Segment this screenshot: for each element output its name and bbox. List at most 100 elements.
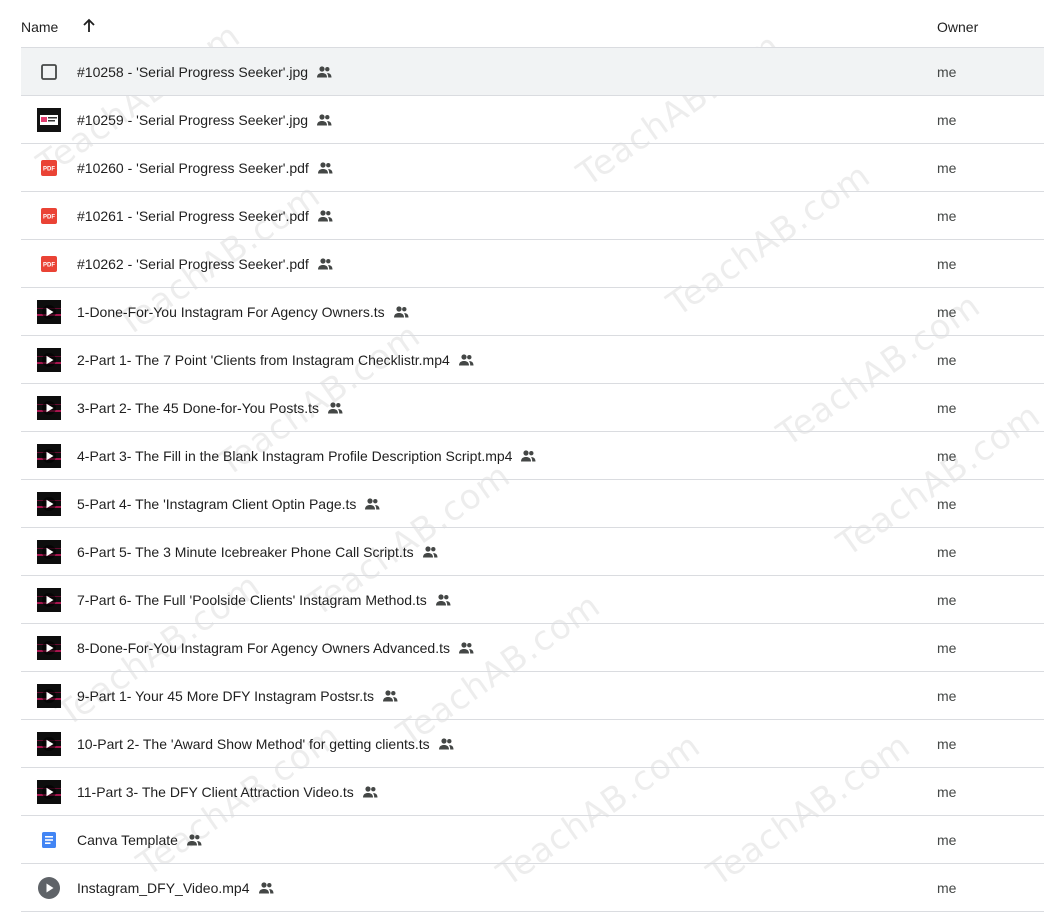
file-row[interactable]: 4-Part 3- The Fill in the Blank Instagra…: [21, 431, 1044, 479]
file-name-text: #10258 - 'Serial Progress Seeker'.jpg: [77, 64, 309, 80]
google-docs-icon: [37, 828, 61, 852]
file-owner: me: [937, 112, 957, 128]
file-name-text: #10261 - 'Serial Progress Seeker'.pdf: [77, 208, 309, 224]
pdf-icon: PDF: [37, 204, 61, 228]
file-name[interactable]: Canva Template: [77, 832, 202, 848]
file-owner: me: [937, 688, 957, 704]
file-row[interactable]: 1-Done-For-You Instagram For Agency Owne…: [21, 287, 1044, 335]
file-row[interactable]: PDF #10261 - 'Serial Progress Seeker'.pdf…: [21, 191, 1044, 239]
file-row[interactable]: 5-Part 4- The 'Instagram Client Optin Pa…: [21, 479, 1044, 527]
file-owner: me: [937, 448, 957, 464]
file-owner: me: [937, 784, 957, 800]
file-name[interactable]: 1-Done-For-You Instagram For Agency Owne…: [77, 304, 409, 320]
video-thumbnail-icon: [37, 492, 61, 516]
shared-people-icon: [362, 784, 378, 800]
pdf-icon: PDF: [37, 252, 61, 276]
file-row[interactable]: PDF #10262 - 'Serial Progress Seeker'.pdf…: [21, 239, 1044, 287]
file-name-text: 11-Part 3- The DFY Client Attraction Vid…: [77, 784, 354, 800]
file-name-text: 6-Part 5- The 3 Minute Icebreaker Phone …: [77, 544, 414, 560]
file-name-text: 5-Part 4- The 'Instagram Client Optin Pa…: [77, 496, 357, 512]
file-owner: me: [937, 400, 957, 416]
file-name[interactable]: 11-Part 3- The DFY Client Attraction Vid…: [77, 784, 378, 800]
owner-column-header: Owner: [937, 19, 979, 35]
file-name[interactable]: 8-Done-For-You Instagram For Agency Owne…: [77, 640, 474, 656]
file-name[interactable]: 3-Part 2- The 45 Done-for-You Posts.ts: [77, 400, 343, 416]
file-name[interactable]: #10258 - 'Serial Progress Seeker'.jpg: [77, 64, 332, 80]
video-thumbnail-icon: [37, 300, 61, 324]
file-name[interactable]: 9-Part 1- Your 45 More DFY Instagram Pos…: [77, 688, 398, 704]
file-name-text: 4-Part 3- The Fill in the Blank Instagra…: [77, 448, 513, 464]
file-owner: me: [937, 640, 957, 656]
list-header: Name Owner: [0, 0, 1044, 48]
shared-people-icon: [422, 544, 438, 560]
name-column-header[interactable]: Name: [21, 19, 58, 35]
file-name[interactable]: 4-Part 3- The Fill in the Blank Instagra…: [77, 448, 536, 464]
file-row[interactable]: 8-Done-For-You Instagram For Agency Owne…: [21, 623, 1044, 671]
file-row[interactable]: 6-Part 5- The 3 Minute Icebreaker Phone …: [21, 527, 1044, 575]
file-name-text: 2-Part 1- The 7 Point 'Clients from Inst…: [77, 352, 450, 368]
shared-people-icon: [186, 832, 202, 848]
video-thumbnail-icon: [37, 684, 61, 708]
file-owner: me: [937, 304, 957, 320]
file-name[interactable]: 7-Part 6- The Full 'Poolside Clients' In…: [77, 592, 451, 608]
video-thumbnail-icon: [37, 780, 61, 804]
file-name-text: 3-Part 2- The 45 Done-for-You Posts.ts: [77, 400, 320, 416]
file-row[interactable]: 7-Part 6- The Full 'Poolside Clients' In…: [21, 575, 1044, 623]
file-name[interactable]: 2-Part 1- The 7 Point 'Clients from Inst…: [77, 352, 474, 368]
file-name[interactable]: #10260 - 'Serial Progress Seeker'.pdf: [77, 160, 333, 176]
video-thumbnail-icon: [37, 732, 61, 756]
svg-text:PDF: PDF: [43, 263, 55, 269]
file-row[interactable]: 11-Part 3- The DFY Client Attraction Vid…: [21, 767, 1044, 815]
shared-people-icon: [393, 304, 409, 320]
shared-people-icon: [327, 400, 343, 416]
shared-people-icon: [258, 880, 274, 896]
drive-file-list-page: TeachAB.com TeachAB.com TeachAB.com Teac…: [0, 0, 1044, 912]
file-list: #10258 - 'Serial Progress Seeker'.jpg me #…: [21, 47, 1044, 912]
file-name-text: 1-Done-For-You Instagram For Agency Owne…: [77, 304, 385, 320]
file-name-text: 8-Done-For-You Instagram For Agency Owne…: [77, 640, 450, 656]
shared-people-icon: [317, 208, 333, 224]
file-name[interactable]: Instagram_DFY_Video.mp4: [77, 880, 274, 896]
sort-arrow-up-icon[interactable]: [80, 17, 98, 35]
file-row[interactable]: 2-Part 1- The 7 Point 'Clients from Inst…: [21, 335, 1044, 383]
svg-text:PDF: PDF: [43, 215, 55, 221]
file-owner: me: [937, 256, 957, 272]
file-name[interactable]: 6-Part 5- The 3 Minute Icebreaker Phone …: [77, 544, 438, 560]
video-file-icon: [37, 876, 61, 900]
file-row[interactable]: 3-Part 2- The 45 Done-for-You Posts.ts me: [21, 383, 1044, 431]
file-name-text: 10-Part 2- The 'Award Show Method' for g…: [77, 736, 430, 752]
video-thumbnail-icon: [37, 636, 61, 660]
file-row[interactable]: Instagram_DFY_Video.mp4 me: [21, 863, 1044, 912]
file-owner: me: [937, 544, 957, 560]
shared-people-icon: [520, 448, 536, 464]
shared-people-icon: [458, 352, 474, 368]
file-row[interactable]: PDF #10260 - 'Serial Progress Seeker'.pdf…: [21, 143, 1044, 191]
file-name[interactable]: 5-Part 4- The 'Instagram Client Optin Pa…: [77, 496, 380, 512]
video-thumbnail-icon: [37, 540, 61, 564]
file-row[interactable]: Canva Template me: [21, 815, 1044, 863]
file-owner: me: [937, 64, 957, 80]
file-name[interactable]: #10259 - 'Serial Progress Seeker'.jpg: [77, 112, 332, 128]
pdf-icon: PDF: [37, 156, 61, 180]
shared-people-icon: [364, 496, 380, 512]
file-row[interactable]: 10-Part 2- The 'Award Show Method' for g…: [21, 719, 1044, 767]
video-thumbnail-icon: [37, 396, 61, 420]
file-owner: me: [937, 832, 957, 848]
file-owner: me: [937, 880, 957, 896]
svg-text:PDF: PDF: [43, 167, 55, 173]
file-row[interactable]: 9-Part 1- Your 45 More DFY Instagram Pos…: [21, 671, 1044, 719]
file-name-text: #10260 - 'Serial Progress Seeker'.pdf: [77, 160, 309, 176]
file-name[interactable]: #10261 - 'Serial Progress Seeker'.pdf: [77, 208, 333, 224]
file-name-text: Instagram_DFY_Video.mp4: [77, 880, 250, 896]
file-name[interactable]: #10262 - 'Serial Progress Seeker'.pdf: [77, 256, 333, 272]
file-name-text: 9-Part 1- Your 45 More DFY Instagram Pos…: [77, 688, 374, 704]
file-row[interactable]: #10258 - 'Serial Progress Seeker'.jpg me: [21, 47, 1044, 95]
file-name[interactable]: 10-Part 2- The 'Award Show Method' for g…: [77, 736, 454, 752]
shared-people-icon: [316, 112, 332, 128]
image-icon: [37, 60, 61, 84]
image-thumbnail-icon: [37, 108, 61, 132]
file-owner: me: [937, 592, 957, 608]
file-row[interactable]: #10259 - 'Serial Progress Seeker'.jpg me: [21, 95, 1044, 143]
file-owner: me: [937, 160, 957, 176]
file-name-text: Canva Template: [77, 832, 178, 848]
